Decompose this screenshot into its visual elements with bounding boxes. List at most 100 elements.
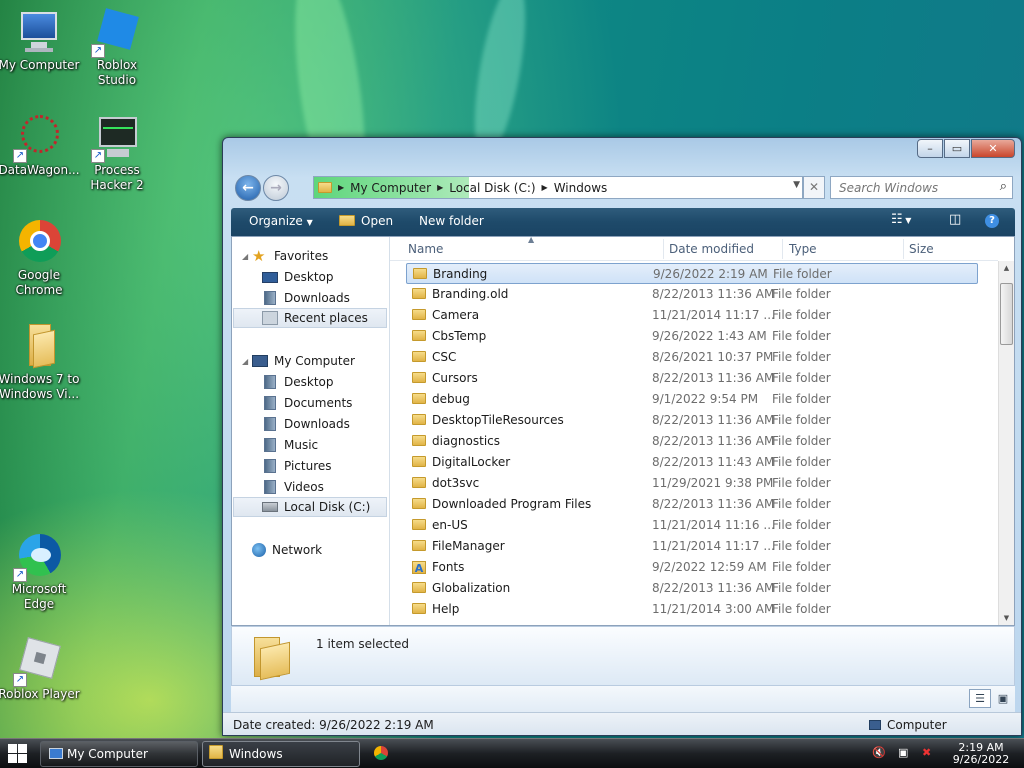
- breadcrumb-separator-icon[interactable]: ▶: [336, 183, 346, 192]
- address-dropdown-icon[interactable]: ▼: [793, 180, 800, 190]
- breadcrumb-my-computer[interactable]: My Computer: [346, 181, 435, 195]
- desktop-icon-microsoft-edge[interactable]: ↗ Microsoft Edge: [0, 532, 80, 612]
- search-box[interactable]: ⌕: [830, 176, 1013, 199]
- collapse-icon[interactable]: ◢: [242, 357, 248, 366]
- file-row[interactable]: Camera 11/21/2014 11:17 ... File folder: [406, 305, 978, 326]
- edge-icon: ↗: [13, 532, 63, 582]
- file-type: File folder: [772, 308, 831, 322]
- scroll-up-icon[interactable]: ▲: [999, 261, 1014, 275]
- nav-label: Desktop: [284, 375, 334, 389]
- file-row[interactable]: dot3svc 11/29/2021 9:38 PM File folder: [406, 473, 978, 494]
- file-row[interactable]: DesktopTileResources 8/22/2013 11:36 AM Fi…: [406, 410, 978, 431]
- desktop-icon-datawagon[interactable]: ↗ DataWagon...: [0, 113, 80, 178]
- breadcrumb-separator-icon[interactable]: ▶: [435, 183, 445, 192]
- file-name: FileManager: [432, 539, 505, 553]
- taskbar-windows[interactable]: Windows: [202, 741, 360, 767]
- desktop-icon-google-chrome[interactable]: Google Chrome: [0, 218, 80, 298]
- back-button[interactable]: ←: [235, 175, 261, 201]
- desktop-icon-roblox-studio[interactable]: ↗ Roblox Studio: [76, 8, 158, 88]
- folder-icon: [412, 372, 426, 383]
- volume-muted-icon[interactable]: 🔇: [872, 746, 886, 759]
- navigation-pane: ◢ ★ Favorites Desktop Downloads Recent pl…: [232, 237, 390, 625]
- network-tray-icon[interactable]: ▣: [898, 746, 908, 759]
- file-row[interactable]: Downloaded Program Files 8/22/2013 11:36 …: [406, 494, 978, 515]
- column-name[interactable]: Name: [408, 242, 443, 256]
- file-name: debug: [432, 392, 470, 406]
- column-size[interactable]: Size: [909, 242, 934, 256]
- help-button[interactable]: ?: [985, 212, 999, 228]
- nav-mc-documents[interactable]: Documents: [262, 393, 352, 413]
- refresh-icon: ✕: [808, 180, 820, 194]
- file-row[interactable]: Help 11/21/2014 3:00 AM File folder: [406, 599, 978, 620]
- address-bar[interactable]: ▶ My Computer ▶ Local Disk (C:) ▶ Window…: [313, 176, 803, 199]
- taskbar-my-computer[interactable]: My Computer: [40, 741, 198, 767]
- file-row[interactable]: Branding 9/26/2022 2:19 AM File folder: [406, 263, 978, 284]
- nav-label: My Computer: [274, 354, 355, 368]
- nav-my-computer[interactable]: My Computer: [252, 351, 355, 371]
- nav-local-disk[interactable]: Local Disk (C:): [233, 497, 387, 517]
- minimize-button[interactable]: –: [917, 139, 943, 158]
- column-date-modified[interactable]: Date modified: [669, 242, 754, 256]
- taskbar-chrome[interactable]: [364, 741, 398, 767]
- nav-network[interactable]: Network: [252, 540, 322, 560]
- close-button[interactable]: ✕: [971, 139, 1015, 158]
- desktop-icon-my-computer[interactable]: My Computer: [0, 8, 80, 73]
- preview-pane-button[interactable]: ◫: [949, 212, 961, 227]
- maximize-button[interactable]: ▭: [944, 139, 970, 158]
- file-type: File folder: [772, 560, 831, 574]
- vertical-scrollbar[interactable]: ▲ ▼: [998, 261, 1014, 625]
- file-row[interactable]: en-US 11/21/2014 11:16 ... File folder: [406, 515, 978, 536]
- breadcrumb-local-disk[interactable]: Local Disk (C:): [445, 181, 539, 195]
- file-type: File folder: [773, 267, 832, 281]
- file-row[interactable]: CbsTemp 9/26/2022 1:43 AM File folder: [406, 326, 978, 347]
- nav-mc-desktop[interactable]: Desktop: [262, 372, 334, 392]
- nav-mc-videos[interactable]: Videos: [262, 477, 324, 497]
- action-center-icon[interactable]: ✖: [922, 746, 931, 759]
- preview-pane-icon: ◫: [949, 212, 962, 227]
- column-type[interactable]: Type: [789, 242, 817, 256]
- views-button[interactable]: ☷ ▼: [891, 212, 911, 227]
- clock[interactable]: 2:19 AM 9/26/2022: [950, 742, 1012, 766]
- search-icon[interactable]: ⌕: [1000, 179, 1007, 194]
- file-row[interactable]: debug 9/1/2022 9:54 PM File folder: [406, 389, 978, 410]
- desktop-icon-folder[interactable]: Windows 7 to Windows Vi...: [0, 322, 80, 402]
- breadcrumb-windows[interactable]: Windows: [550, 181, 612, 195]
- desktop-icon-process-hacker[interactable]: ↗ Process Hacker 2: [76, 113, 158, 193]
- roblox-studio-icon: ↗: [91, 8, 141, 58]
- music-icon: [264, 438, 276, 452]
- large-icons-view-button[interactable]: ▣: [992, 689, 1014, 708]
- forward-button[interactable]: →: [263, 175, 289, 201]
- refresh-button[interactable]: ✕: [803, 176, 825, 199]
- new-folder-button[interactable]: New folder: [419, 214, 484, 228]
- search-input[interactable]: [837, 178, 987, 198]
- file-row[interactable]: FileManager 11/21/2014 11:17 ... File fold…: [406, 536, 978, 557]
- open-button[interactable]: Open: [339, 214, 393, 228]
- file-row[interactable]: diagnostics 8/22/2013 11:36 AM File folder: [406, 431, 978, 452]
- nav-recent-places[interactable]: Recent places: [233, 308, 387, 328]
- file-row[interactable]: Globalization 8/22/2013 11:36 AM File fold…: [406, 578, 978, 599]
- organize-button[interactable]: Organize ▼: [249, 214, 313, 228]
- folder-icon: [412, 456, 426, 467]
- explorer-window[interactable]: – ▭ ✕ ← → ▶ My Computer ▶ Local Disk (C:…: [222, 137, 1022, 736]
- nav-mc-music[interactable]: Music: [262, 435, 318, 455]
- nav-mc-pictures[interactable]: Pictures: [262, 456, 332, 476]
- nav-mc-downloads[interactable]: Downloads: [262, 414, 350, 434]
- breadcrumb-separator-icon[interactable]: ▶: [540, 183, 550, 192]
- file-row[interactable]: Branding.old 8/22/2013 11:36 AM File folde…: [406, 284, 978, 305]
- scrollbar-thumb[interactable]: [1000, 283, 1013, 345]
- desktop-icon-roblox-player[interactable]: ↗ Roblox Player: [0, 637, 80, 702]
- file-date: 11/21/2014 11:17 ...: [652, 539, 775, 553]
- nav-fav-desktop[interactable]: Desktop: [262, 267, 334, 287]
- file-row[interactable]: Cursors 8/22/2013 11:36 AM File folder: [406, 368, 978, 389]
- file-row[interactable]: DigitalLocker 8/22/2013 11:43 AM File fold…: [406, 452, 978, 473]
- nav-favorites[interactable]: ★ Favorites: [252, 246, 328, 266]
- nav-fav-downloads[interactable]: Downloads: [262, 288, 350, 308]
- collapse-icon[interactable]: ◢: [242, 252, 248, 261]
- file-date: 11/21/2014 3:00 AM: [652, 602, 775, 616]
- details-view-button[interactable]: ☰: [969, 689, 991, 708]
- scroll-down-icon[interactable]: ▼: [999, 611, 1014, 625]
- file-row[interactable]: A Fonts 9/2/2022 12:59 AM File folder: [406, 557, 978, 578]
- file-type: File folder: [772, 434, 831, 448]
- file-row[interactable]: CSC 8/26/2021 10:37 PM File folder: [406, 347, 978, 368]
- start-button[interactable]: [8, 744, 28, 764]
